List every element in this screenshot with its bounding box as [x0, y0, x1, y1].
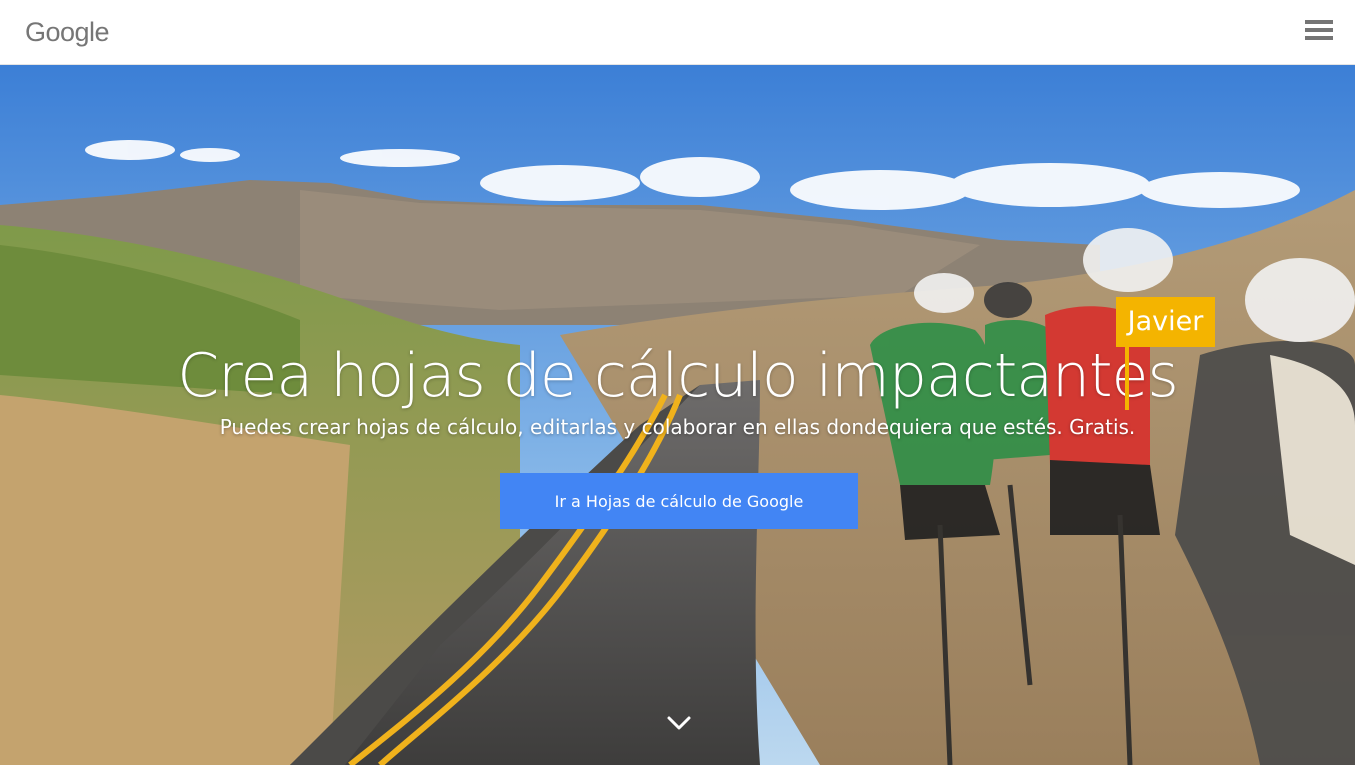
- hero-section: Crea hojas de cálculo impactantes Javier…: [0, 65, 1355, 765]
- collaborator-name-tag: Javier: [1116, 297, 1215, 347]
- hero-subheadline: Puedes crear hojas de cálculo, editarlas…: [219, 415, 1136, 439]
- go-to-sheets-button[interactable]: Ir a Hojas de cálculo de Google: [500, 473, 858, 529]
- headline-container: Crea hojas de cálculo impactantes: [0, 340, 1355, 412]
- hero-headline: Crea hojas de cálculo impactantes: [177, 341, 1178, 411]
- google-logo[interactable]: Google: [25, 17, 110, 48]
- collaborator-cursor: [1125, 345, 1129, 410]
- top-header: Google: [0, 0, 1355, 65]
- hamburger-menu-icon[interactable]: [1305, 20, 1333, 42]
- chevron-down-icon[interactable]: [666, 713, 692, 733]
